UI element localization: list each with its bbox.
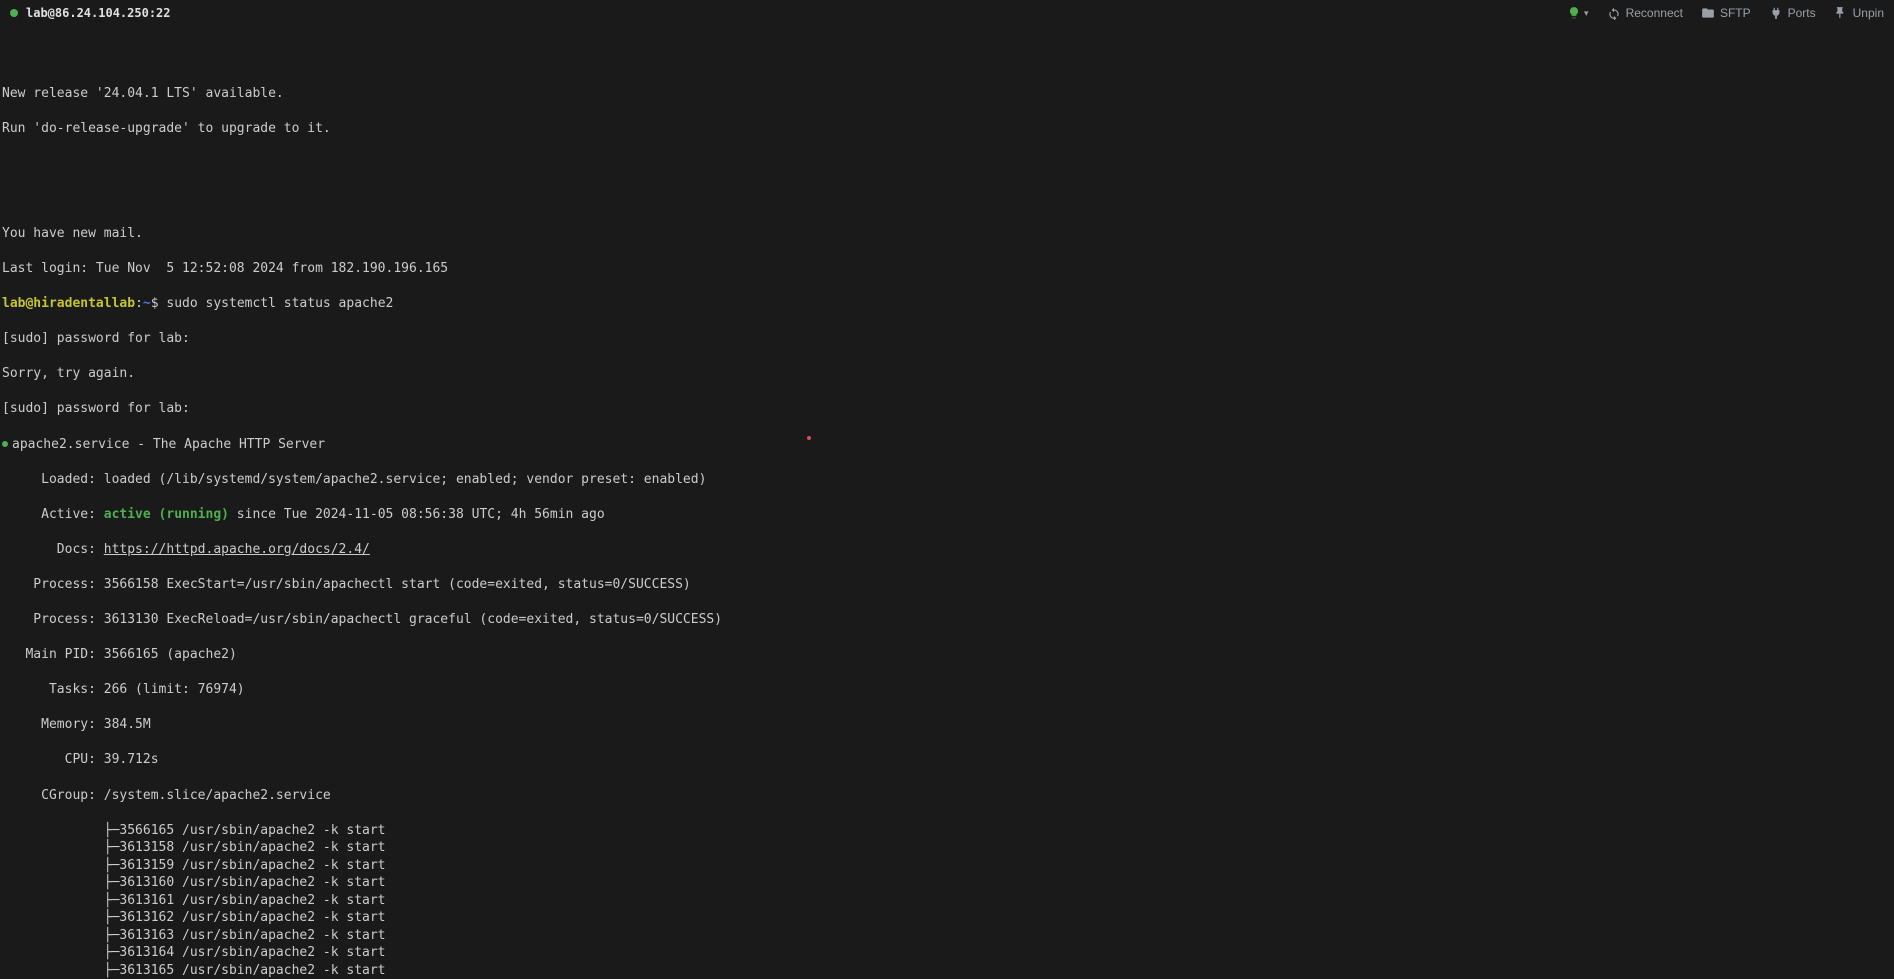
cgroup-proc-line: ├─3613158 /usr/sbin/apache2 -k start xyxy=(2,839,1894,857)
cgroup-proc-line: ├─3613162 /usr/sbin/apache2 -k start xyxy=(2,909,1894,927)
reconnect-button[interactable]: Reconnect xyxy=(1607,5,1683,21)
prompt-userhost: lab@hiradentallab xyxy=(2,296,135,311)
chevron-down-icon: ▾ xyxy=(1584,7,1589,19)
unpin-button[interactable]: Unpin xyxy=(1834,5,1884,21)
active-value: active (running) xyxy=(104,507,229,522)
blank-line xyxy=(2,155,1894,173)
prompt-path: ~ xyxy=(143,296,151,311)
titlebar-actions: ▾ Reconnect SFTP Ports Unpin xyxy=(1567,5,1884,21)
active-label: Active: xyxy=(2,507,104,522)
process-line: Process: 3613130 ExecReload=/usr/sbin/ap… xyxy=(2,611,1894,629)
cgroup-proc-line: ├─3613159 /usr/sbin/apache2 -k start xyxy=(2,857,1894,875)
cgroup-proc-line: ├─3613160 /usr/sbin/apache2 -k start xyxy=(2,874,1894,892)
memory-line: Memory: 384.5M xyxy=(2,716,1894,734)
active-since: since Tue 2024-11-05 08:56:38 UTC; 4h 56… xyxy=(229,507,605,522)
prompt-line: lab@hiradentallab:~$ sudo systemctl stat… xyxy=(2,295,1894,313)
unpin-label: Unpin xyxy=(1853,5,1884,21)
titlebar: lab@86.24.104.250:22 ▾ Reconnect SFTP Po… xyxy=(0,0,1894,26)
docs-label: Docs: xyxy=(2,542,104,557)
sudo-line: [sudo] password for lab: xyxy=(2,330,1894,348)
lastlogin-line: Last login: Tue Nov 5 12:52:08 2024 from… xyxy=(2,260,1894,278)
cgroup-proc-line: ├─3566165 /usr/sbin/apache2 -k start xyxy=(2,822,1894,840)
cgroup-proc-line: ├─3613161 /usr/sbin/apache2 -k start xyxy=(2,892,1894,910)
prompt-symbol: $ xyxy=(151,296,159,311)
sftp-label: SFTP xyxy=(1720,5,1751,21)
session-title: lab@86.24.104.250:22 xyxy=(26,5,171,21)
plug-icon xyxy=(1769,6,1783,20)
service-header-text: apache2.service - The Apache HTTP Server xyxy=(12,437,325,452)
active-line: Active: active (running) since Tue 2024-… xyxy=(2,506,1894,524)
mail-line: You have new mail. xyxy=(2,225,1894,243)
refresh-icon xyxy=(1607,6,1621,20)
service-header-line: apache2.service - The Apache HTTP Server xyxy=(2,436,1894,454)
process-line: Process: 3566158 ExecStart=/usr/sbin/apa… xyxy=(2,576,1894,594)
pin-icon xyxy=(1834,6,1848,20)
command-text: sudo systemctl status apache2 xyxy=(166,296,393,311)
folder-icon xyxy=(1701,6,1715,20)
mainpid-line: Main PID: 3566165 (apache2) xyxy=(2,646,1894,664)
blank-line xyxy=(2,190,1894,208)
motd-line: New release '24.04.1 LTS' available. xyxy=(2,85,1894,103)
cgroup-proc-line: ├─3613164 /usr/sbin/apache2 -k start xyxy=(2,944,1894,962)
blank-line xyxy=(2,50,1894,68)
docs-link[interactable]: https://httpd.apache.org/docs/2.4/ xyxy=(104,542,370,557)
hints-button[interactable]: ▾ xyxy=(1567,6,1589,20)
docs-line: Docs: https://httpd.apache.org/docs/2.4/ xyxy=(2,541,1894,559)
ports-label: Ports xyxy=(1788,5,1816,21)
reconnect-label: Reconnect xyxy=(1626,5,1683,21)
cgroup-tree: ├─3566165 /usr/sbin/apache2 -k start ├─3… xyxy=(2,822,1894,979)
sudo-line: [sudo] password for lab: xyxy=(2,400,1894,418)
status-bullet-icon xyxy=(2,441,8,447)
cgroup-proc-line: ├─3613163 /usr/sbin/apache2 -k start xyxy=(2,927,1894,945)
sudo-sorry-line: Sorry, try again. xyxy=(2,365,1894,383)
cpu-line: CPU: 39.712s xyxy=(2,751,1894,769)
terminal-output[interactable]: New release '24.04.1 LTS' available. Run… xyxy=(0,26,1894,979)
tasks-line: Tasks: 266 (limit: 76974) xyxy=(2,681,1894,699)
pointer-dot-icon xyxy=(807,436,811,440)
sftp-button[interactable]: SFTP xyxy=(1701,5,1751,21)
motd-line: Run 'do-release-upgrade' to upgrade to i… xyxy=(2,120,1894,138)
ports-button[interactable]: Ports xyxy=(1769,5,1816,21)
lightbulb-icon xyxy=(1567,6,1581,20)
titlebar-left: lab@86.24.104.250:22 xyxy=(10,5,171,21)
connection-status-dot-icon xyxy=(10,9,18,17)
cgroup-line: CGroup: /system.slice/apache2.service xyxy=(2,787,1894,805)
prompt-sep: : xyxy=(135,296,143,311)
cgroup-proc-line: ├─3613165 /usr/sbin/apache2 -k start xyxy=(2,962,1894,979)
loaded-line: Loaded: loaded (/lib/systemd/system/apac… xyxy=(2,471,1894,489)
